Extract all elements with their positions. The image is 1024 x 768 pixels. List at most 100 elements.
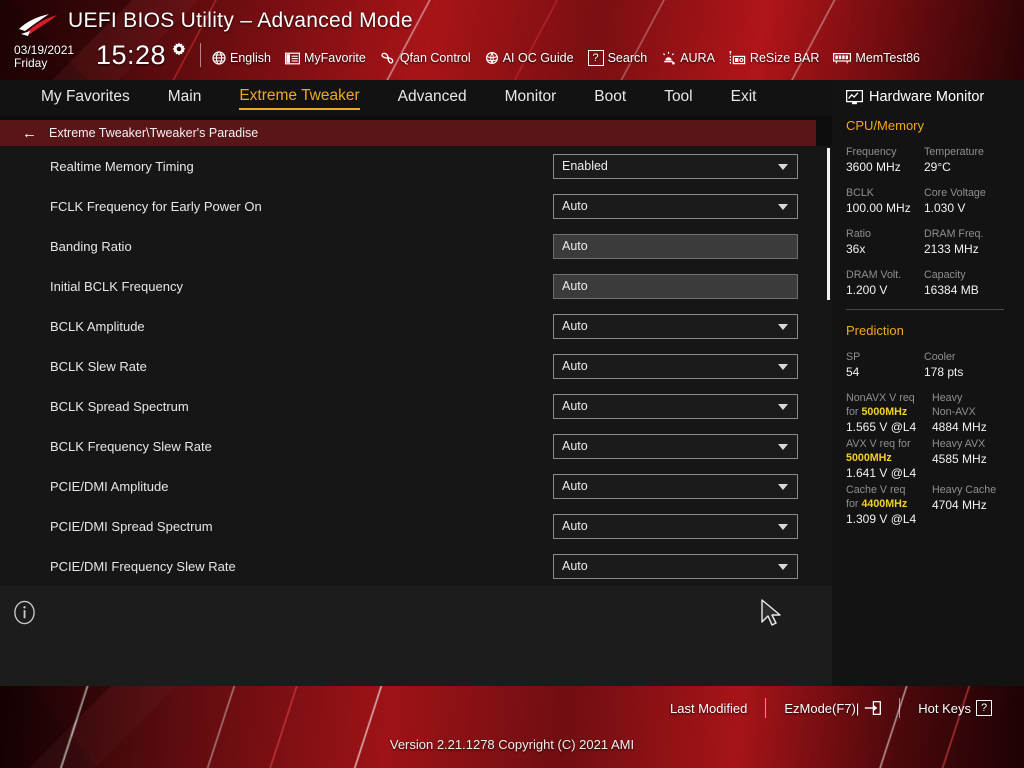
favorites-list-icon [285,52,300,64]
setting-dropdown[interactable]: Auto [553,313,798,339]
bios-screen: UEFI BIOS Utility – Advanced Mode 03/19/… [0,0,1024,768]
setting-dropdown[interactable]: Enabled [553,153,798,179]
footer-actions: Last Modified EzMode(F7)| Hot Keys ? [652,698,1010,718]
setting-dropdown[interactable]: Auto [553,473,798,499]
fan-icon [381,52,394,64]
hot-keys-button[interactable]: Hot Keys ? [900,700,1010,716]
hot-keys-label: Hot Keys [918,700,971,716]
monitor-value: 36x [846,242,866,256]
prediction-req-freq-line: 5000MHz [846,451,932,465]
mouse-cursor-icon [761,599,781,626]
ez-mode-button[interactable]: EzMode(F7)| [766,701,899,716]
monitor-icon [846,89,863,104]
setting-label: PCIE/DMI Spread Spectrum [50,518,213,534]
monitor-cell: DRAM Volt. 1.200 V [846,268,924,298]
setting-row: PCIE/DMI Amplitude Auto [0,466,832,506]
setting-dropdown[interactable]: Auto [553,193,798,219]
prediction-req-voltage: 1.641 V @L4 [846,466,917,480]
main-nav: My Favorites Main Extreme Tweaker Advanced M… [0,80,832,116]
info-circle-icon[interactable] [12,600,37,625]
setting-input[interactable]: Auto [553,233,798,259]
settings-scrollbar-thumb[interactable] [827,148,830,300]
nav-tab-tool[interactable]: Tool [664,88,692,109]
monitor-grid: Frequency 3600 MHz Temperature 29°C BCLK 100.… [846,145,1014,298]
prediction-load-frequency: 4585 MHz [932,452,987,466]
setting-label: PCIE/DMI Frequency Slew Rate [50,558,236,574]
toolbar-item-resize-bar[interactable]: ReSize BAR [729,51,819,65]
prediction-req-label: Cache V req [846,484,906,496]
toolbar-item-myfavorite[interactable]: MyFavorite [285,51,366,65]
prediction-req-frequency: 5000MHz [861,406,908,418]
monitor-cell: Ratio 36x [846,227,924,257]
nav-tab-my-favorites[interactable]: My Favorites [41,88,130,109]
monitor-value: 16384 MB [924,283,979,297]
toolbar-item-memtest86[interactable]: MemTest86 [833,51,920,65]
toolbar-item-aura[interactable]: AURA [661,51,715,65]
setting-dropdown[interactable]: Auto [553,553,798,579]
chevron-down-icon [778,444,788,450]
setting-label: BCLK Frequency Slew Rate [50,438,212,454]
prediction-requirement: NonAVX V req for 5000MHz 1.565 V @L4 [846,391,932,435]
setting-value: Auto [562,559,588,573]
prediction-entry: Cache V req for 4400MHz 1.309 V @L4 Heavy C… [846,483,1018,527]
question-box-icon: ? [976,700,992,716]
setting-row: Realtime Memory Timing Enabled [0,146,832,186]
ai-brain-icon [485,51,498,65]
setting-input[interactable]: Auto [553,273,798,299]
help-panel [0,586,832,686]
toolbar-label-myfavorite: MyFavorite [304,51,366,65]
back-arrow-icon[interactable]: ← [22,126,37,141]
prediction-req-for: for [846,498,862,510]
prediction-req-label: NonAVX V req [846,392,915,404]
last-modified-label: Last Modified [670,700,748,716]
monitor-value: 54 [846,365,860,379]
chevron-down-icon [778,524,788,530]
nav-tab-boot[interactable]: Boot [594,88,626,109]
setting-label: Banding Ratio [50,238,132,254]
monitor-key: Cooler [924,351,956,363]
hardware-monitor-title: Hardware Monitor [846,89,1024,105]
setting-label: BCLK Spread Spectrum [50,398,189,414]
setting-dropdown[interactable]: Auto [553,353,798,379]
gear-icon[interactable] [172,42,186,56]
prediction-blocks: NonAVX V req for 5000MHz 1.565 V @L4 Heavy N… [846,391,1018,527]
monitor-cell: Cooler 178 pts [924,350,1002,380]
monitor-key: Frequency [846,146,897,158]
setting-value: Auto [562,239,588,253]
setting-label: FCLK Frequency for Early Power On [50,198,262,214]
prediction-req-voltage: 1.565 V @L4 [846,420,917,434]
setting-dropdown[interactable]: Auto [553,433,798,459]
setting-value: Auto [562,319,588,333]
nav-tab-main[interactable]: Main [168,88,202,109]
version-string: Version 2.21.1278 Copyright (C) 2021 AMI [389,737,635,752]
setting-row: Banding Ratio Auto [0,226,832,266]
header-toolbar: English MyFavorite Qfan Control AI OC Gu… [212,46,934,70]
nav-tab-exit[interactable]: Exit [731,88,757,109]
prediction-req-freq-line: for 4400MHz [846,497,932,511]
monitor-key: Ratio [846,228,871,240]
setting-value: Auto [562,199,588,213]
toolbar-item-qfan-control[interactable]: Qfan Control [380,51,471,65]
setting-row: Initial BCLK Frequency Auto [0,266,832,306]
monitor-key: DRAM Volt. [846,269,902,281]
nav-tab-extreme-tweaker[interactable]: Extreme Tweaker [239,87,360,110]
prediction-load-result: Heavy Non-AVX 4884 MHz [932,391,1018,435]
monitor-section-title: CPU/Memory [846,118,925,133]
toolbar-label-resize-bar: ReSize BAR [749,51,820,65]
toolbar-label-aura: AURA [680,51,715,65]
setting-dropdown[interactable]: Auto [553,393,798,419]
monitor-value: 3600 MHz [846,160,901,174]
monitor-pair: SP 54 Cooler 178 pts [846,350,1014,380]
toolbar-item-ai-oc-guide[interactable]: AI OC Guide [485,51,574,65]
setting-dropdown[interactable]: Auto [553,513,798,539]
nav-tab-advanced[interactable]: Advanced [398,88,467,109]
monitor-value: 2133 MHz [924,242,979,256]
toolbar-item-english[interactable]: English [212,51,271,65]
nav-tab-monitor[interactable]: Monitor [505,88,557,109]
monitor-cell: Capacity 16384 MB [924,268,1002,298]
last-modified-button[interactable]: Last Modified [652,701,765,716]
question-box-icon: ? [587,50,604,66]
setting-value: Auto [562,279,588,293]
toolbar-item-search[interactable]: ? Search [587,50,647,66]
monitor-pair: DRAM Volt. 1.200 V Capacity 16384 MB [846,268,1014,298]
